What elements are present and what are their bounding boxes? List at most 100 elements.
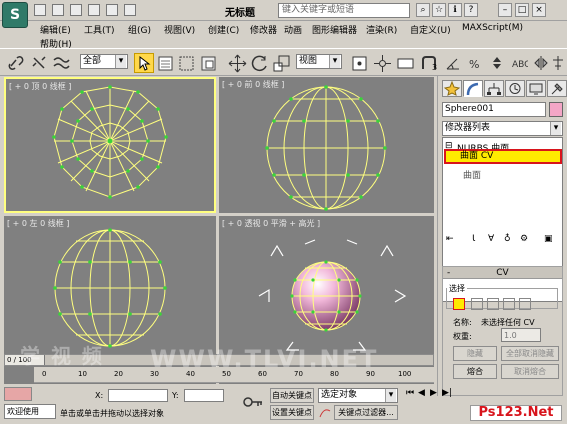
- subscription-icon[interactable]: ☆: [432, 3, 446, 17]
- play-icon[interactable]: ▶: [430, 388, 437, 398]
- svg-text:ABC: ABC: [512, 60, 528, 70]
- select-manipulate-icon[interactable]: [373, 54, 392, 73]
- undo-icon[interactable]: [88, 4, 100, 16]
- pivot-center-icon[interactable]: [350, 54, 369, 73]
- display-monitor-icon: [529, 83, 543, 95]
- previous-frame-icon[interactable]: ◀: [418, 388, 425, 398]
- new-file-icon[interactable]: [34, 4, 46, 16]
- move-icon[interactable]: [228, 54, 247, 73]
- show-end-result-icon[interactable]: Ɩ: [472, 234, 475, 244]
- search-icon[interactable]: ⌕: [416, 3, 430, 17]
- stack-item-surface[interactable]: 曲面: [463, 168, 481, 181]
- select-object-tool[interactable]: [134, 53, 154, 73]
- y-coordinate-field[interactable]: [184, 389, 224, 402]
- pin-stack-icon[interactable]: ⇤: [446, 234, 454, 244]
- maxscript-listener-icon[interactable]: [4, 387, 32, 401]
- search-input[interactable]: 键入关键字或短语: [278, 3, 410, 18]
- selection-filter-dropdown[interactable]: 全部: [80, 54, 128, 69]
- link-icon[interactable]: [8, 54, 26, 72]
- reference-coordinate-dropdown[interactable]: 视图: [296, 54, 342, 69]
- configure-sets-icon[interactable]: ⚙: [520, 234, 528, 244]
- window-crossing-icon[interactable]: [200, 55, 217, 72]
- viewport-top[interactable]: [ + 0 顶 0 线框 ]: [4, 77, 216, 213]
- menu-edit[interactable]: 编辑(E): [40, 23, 71, 36]
- save-file-icon[interactable]: [70, 4, 82, 16]
- viewport-front[interactable]: [ + 0 前 0 线框 ]: [219, 77, 434, 213]
- menu-modifiers[interactable]: 修改器: [250, 23, 277, 36]
- fuse-button[interactable]: 熔合: [453, 364, 497, 379]
- app-logo-icon[interactable]: S: [2, 2, 28, 28]
- unfuse-button[interactable]: 取消熔合: [501, 364, 559, 379]
- menu-graph-editors[interactable]: 图形编辑器: [312, 23, 357, 36]
- menu-create[interactable]: 创建(C): [208, 23, 239, 36]
- mirror-icon[interactable]: [532, 54, 550, 72]
- redo-icon[interactable]: [106, 4, 118, 16]
- close-button[interactable]: ×: [532, 3, 546, 17]
- watermark-left: 学 视 频: [20, 344, 104, 368]
- go-to-start-icon[interactable]: ⏮: [406, 388, 414, 398]
- curve-icon[interactable]: [318, 405, 332, 420]
- column-cv-select-button[interactable]: [487, 298, 499, 310]
- title-bar: S 无标题 键入关键字或短语 ⌕ ☆ ℹ ? – □ ×: [0, 0, 567, 28]
- bind-space-warp-icon[interactable]: [52, 54, 70, 72]
- tab-modify[interactable]: [463, 80, 483, 97]
- configure-modifier-sets-icon[interactable]: ▣: [544, 234, 553, 244]
- name-value: 未选择任何 CV: [481, 318, 535, 327]
- x-coordinate-field[interactable]: [108, 389, 168, 402]
- object-name-field[interactable]: Sphere001: [442, 102, 546, 117]
- minimize-button[interactable]: –: [498, 3, 512, 17]
- tab-hierarchy[interactable]: [484, 80, 504, 97]
- single-cv-select-button[interactable]: [453, 298, 465, 310]
- rectangular-selection-icon[interactable]: [178, 55, 195, 72]
- modifier-list-dropdown[interactable]: 修改器列表: [442, 121, 563, 136]
- tab-create[interactable]: [442, 80, 462, 97]
- tab-motion[interactable]: [505, 80, 525, 97]
- help-icon[interactable]: ?: [464, 3, 478, 17]
- y-label: Y:: [172, 391, 179, 400]
- open-file-icon[interactable]: [52, 4, 64, 16]
- tick-label: 20: [114, 370, 123, 378]
- next-frame-icon[interactable]: ▶|: [442, 388, 452, 398]
- all-cv-select-button[interactable]: [519, 298, 531, 310]
- spinner-snap-icon[interactable]: [488, 54, 506, 72]
- unhide-all-button[interactable]: 全部取消隐藏: [501, 346, 559, 361]
- key-filters-button[interactable]: 关键点过滤器...: [334, 405, 398, 420]
- named-selection-icon[interactable]: ABC: [510, 54, 528, 72]
- stack-item-surface-cv-label: 曲面 CV: [460, 151, 494, 161]
- menu-rendering[interactable]: 渲染(R): [366, 23, 397, 36]
- menu-animation[interactable]: 动画: [284, 23, 302, 36]
- keyboard-shortcut-icon[interactable]: [396, 54, 415, 73]
- key-filter-dropdown[interactable]: 选定对象: [318, 388, 398, 403]
- menu-tools[interactable]: 工具(T): [84, 23, 115, 36]
- stack-item-surface-cv-selected[interactable]: 曲面 CV: [444, 149, 562, 164]
- welcome-field[interactable]: 欢迎使用: [4, 404, 56, 419]
- cv-rollout-header[interactable]: - CV: [443, 267, 562, 279]
- key-icon[interactable]: [242, 390, 264, 414]
- select-by-name-icon[interactable]: [157, 55, 174, 72]
- percent-snap-icon[interactable]: %: [466, 54, 484, 72]
- set-key-button[interactable]: 设置关键点: [270, 405, 314, 420]
- tab-display[interactable]: [526, 80, 546, 97]
- rotate-icon[interactable]: [250, 54, 269, 73]
- menu-customize[interactable]: 自定义(U): [410, 23, 451, 36]
- menu-group[interactable]: 组(G): [128, 23, 151, 36]
- project-folder-icon[interactable]: [124, 4, 136, 16]
- row-cv-select-button[interactable]: [471, 298, 483, 310]
- menu-maxscript[interactable]: MAXScript(M): [462, 23, 523, 33]
- angle-snap-icon[interactable]: [444, 54, 462, 72]
- maximize-button[interactable]: □: [515, 3, 529, 17]
- tab-utilities[interactable]: [547, 80, 567, 97]
- ps123-logo: Ps123.Net: [470, 405, 562, 421]
- align-icon[interactable]: [551, 54, 565, 72]
- unlink-icon[interactable]: [30, 54, 48, 72]
- row-column-cv-select-button[interactable]: [503, 298, 515, 310]
- info-icon[interactable]: ℹ: [448, 3, 462, 17]
- weight-field[interactable]: 1.0: [501, 328, 541, 342]
- object-color-swatch[interactable]: [549, 102, 563, 117]
- auto-key-button[interactable]: 自动关键点: [270, 388, 314, 403]
- remove-modifier-icon[interactable]: ♁: [504, 234, 511, 244]
- make-unique-icon[interactable]: ∀: [488, 234, 494, 244]
- hide-button[interactable]: 隐藏: [453, 346, 497, 361]
- menu-views[interactable]: 视图(V): [164, 23, 195, 36]
- scale-icon[interactable]: [272, 54, 291, 73]
